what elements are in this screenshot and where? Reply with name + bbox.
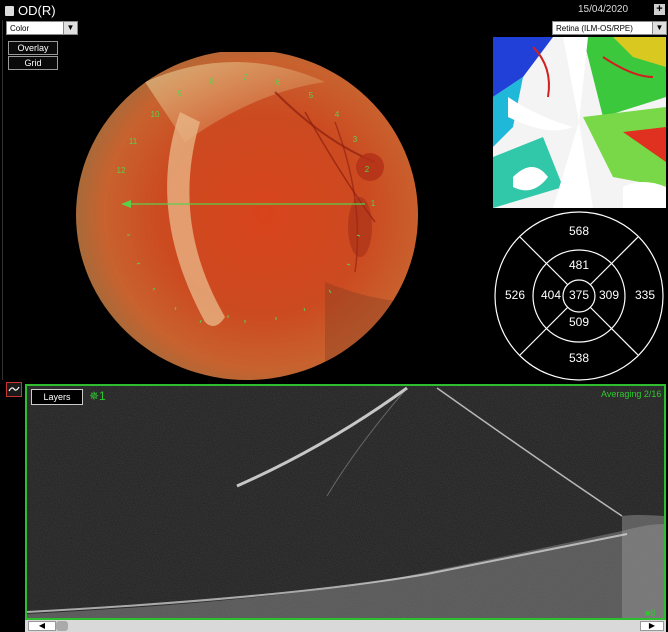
oct-wave-icon [8,386,20,392]
etdrs-grid: 375 481 404 309 509 568 526 335 538 [494,211,664,381]
etdrs-outer-superior: 568 [569,224,589,238]
document-icon [5,6,14,16]
clock-label-10: 10 [151,110,160,119]
clock-label-4: 4 [335,110,340,119]
eye-label: OD(R) [18,3,56,18]
chevron-down-icon[interactable]: ▼ [652,22,666,34]
clock-label-2: 2 [365,165,370,174]
etdrs-inner-temporal: 404 [541,288,561,302]
layers-button[interactable]: Layers [31,389,83,405]
thickness-map[interactable] [493,37,666,208]
clock-label-5: 5 [309,91,314,100]
horizontal-scrollbar[interactable] [25,620,666,632]
clock-label-3: 3 [353,135,358,144]
oct-scan-icon[interactable] [6,382,22,397]
layer-select[interactable]: Retina (ILM-OS/RPE) ▼ [552,21,667,35]
etdrs-inner-superior: 481 [569,258,589,272]
clock-label-7: 7 [243,73,248,82]
clock-label-8: 8 [210,77,215,86]
scroll-left-button[interactable]: ◀ [28,621,56,631]
clock-label-1: 1 [371,199,376,208]
chevron-down-icon[interactable]: ▼ [63,22,77,34]
fundus-image[interactable]: 1 2 3 4 5 6 7 8 9 10 11 12 [75,52,421,382]
clock-label-12: 12 [117,166,126,175]
oct-image [27,386,664,618]
grid-button[interactable]: Grid [8,56,58,70]
color-mode-select[interactable]: Color ▼ [6,21,78,35]
etdrs-outer-inferior: 538 [569,351,589,365]
oct-bscan[interactable] [25,384,666,620]
scroll-thumb[interactable] [56,621,68,631]
averaging-label: Averaging 2/16 [601,389,662,399]
add-button[interactable]: + [654,4,665,15]
oct-corner-label: ■8 [645,608,656,618]
clock-label-11: 11 [129,137,138,146]
color-mode-value: Color [10,24,30,33]
scroll-right-button[interactable]: ▶ [640,621,664,631]
clock-label-9: 9 [178,89,183,98]
etdrs-inner-nasal: 309 [599,288,619,302]
etdrs-outer-temporal: 526 [505,288,525,302]
exam-date: 15/04/2020 [578,4,629,15]
overlay-button[interactable]: Overlay [8,41,58,55]
etdrs-inner-inferior: 509 [569,315,589,329]
etdrs-outer-nasal: 335 [635,288,655,302]
scan-marker: ✵1 [89,389,106,403]
etdrs-center: 375 [569,288,589,302]
panel-divider [2,20,3,380]
clock-label-6: 6 [276,78,281,87]
layer-select-value: Retina (ILM-OS/RPE) [556,24,633,33]
